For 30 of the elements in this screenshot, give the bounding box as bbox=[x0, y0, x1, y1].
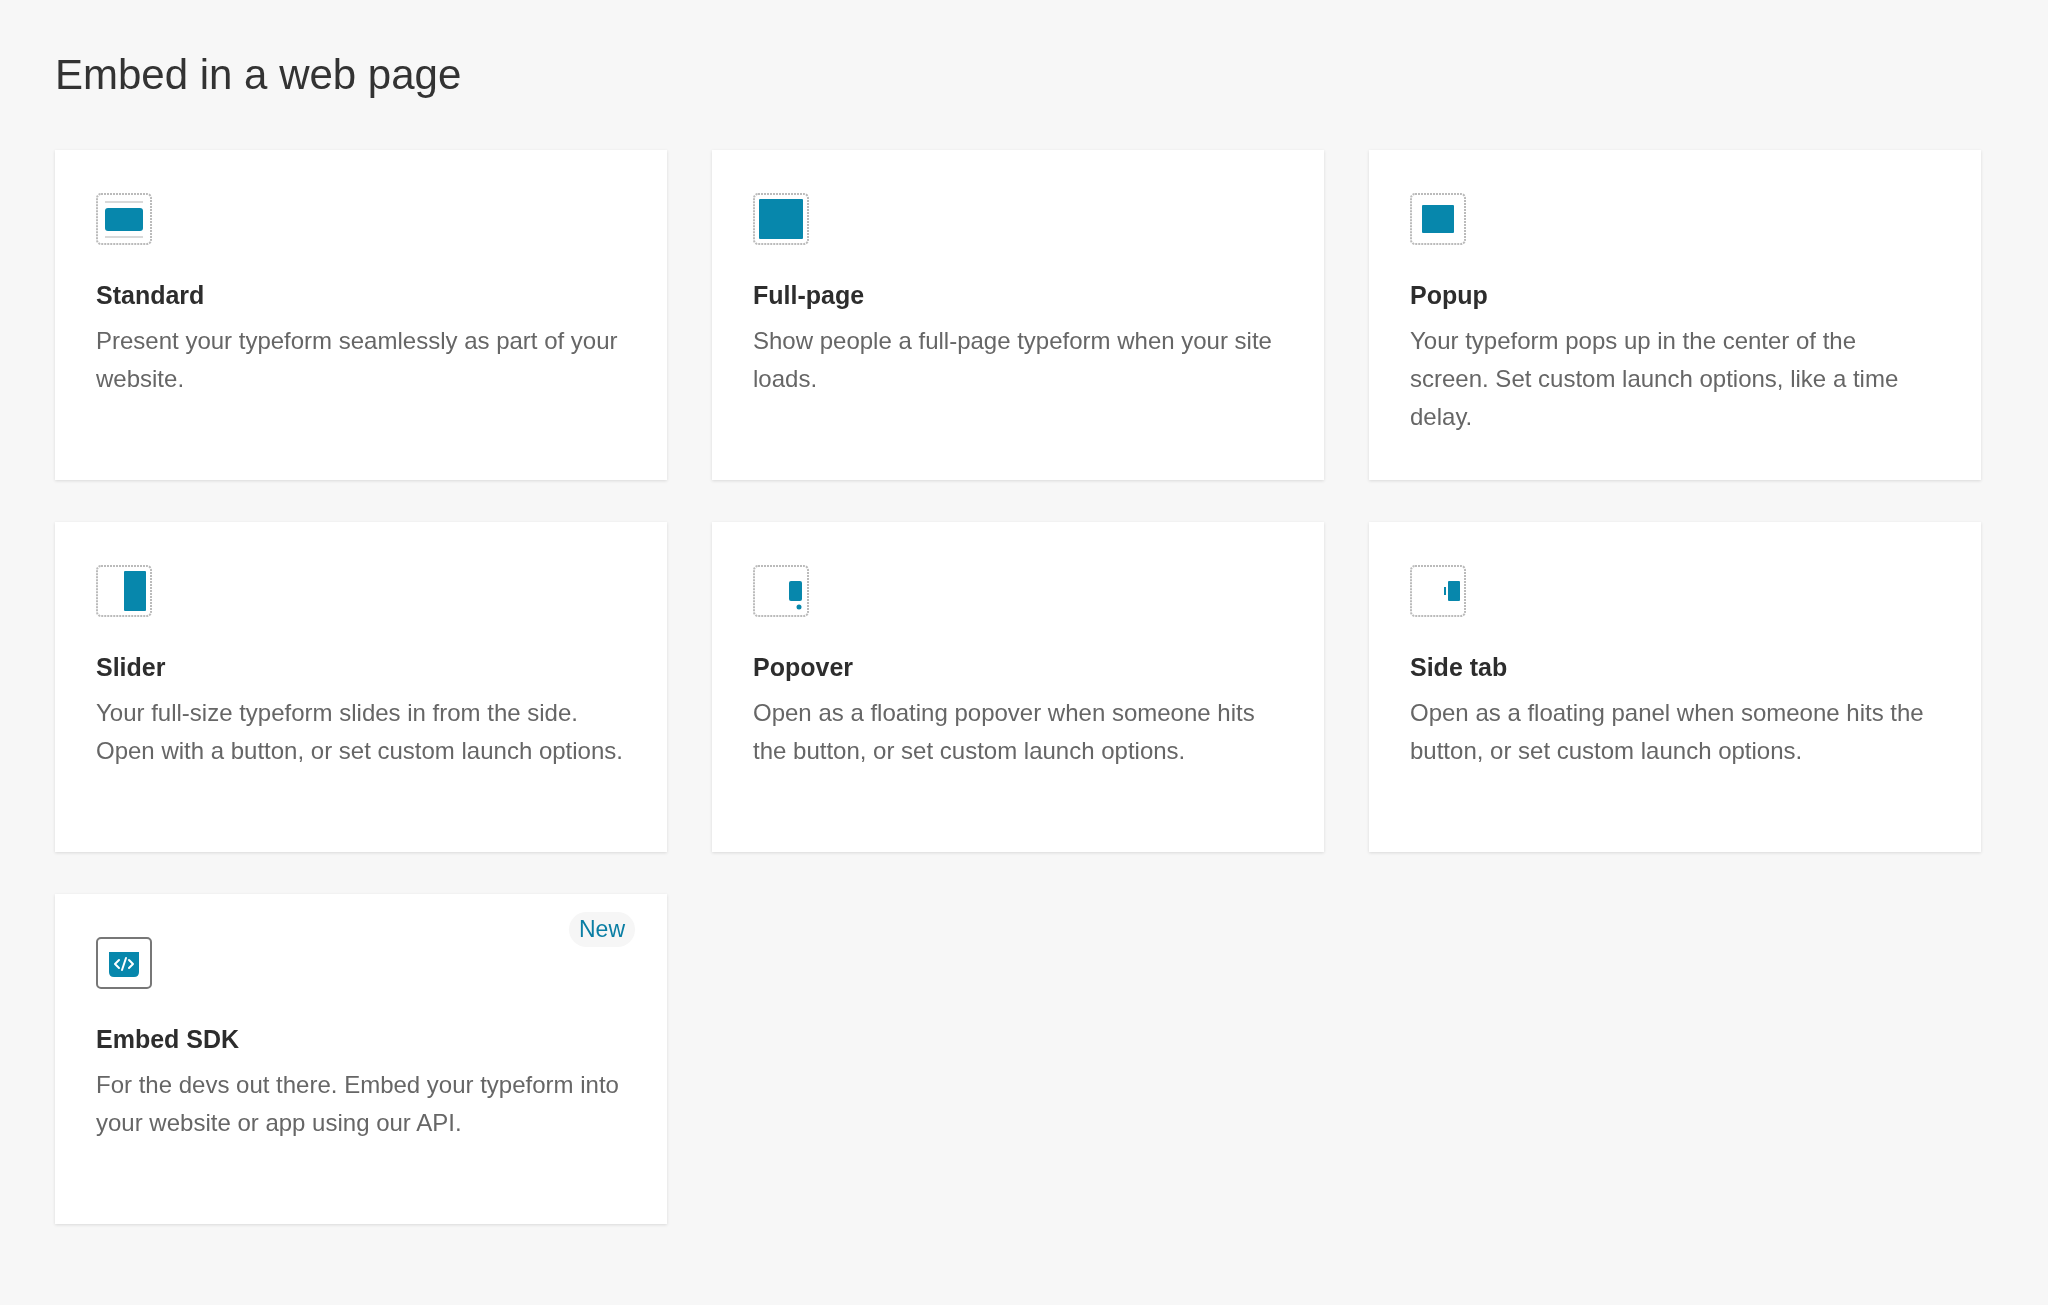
option-description: Present your typeform seamlessly as part of your website. bbox=[96, 326, 619, 394]
page-title: Embed in a web page bbox=[55, 50, 463, 100]
popover-icon bbox=[753, 565, 809, 617]
embed-option-card[interactable]: Standard Present your typeform seamlessly as part of your website. bbox=[55, 150, 667, 480]
option-title: Standard bbox=[96, 281, 206, 310]
code-icon bbox=[96, 937, 152, 989]
option-title: Embed SDK bbox=[96, 1025, 241, 1054]
side-tab-icon bbox=[1410, 565, 1466, 617]
full-page-icon bbox=[753, 193, 809, 245]
popup-icon bbox=[1410, 193, 1466, 245]
new-badge: New bbox=[569, 912, 635, 947]
embed-option-card[interactable]: New Embed SDK For the devs out there. Embed your typeform into your website or app using our API. bbox=[55, 894, 667, 1224]
slider-panel-icon bbox=[96, 565, 152, 617]
embed-option-card[interactable]: Popover Open as a floating popover when someone hits the button, or set custom launch options. bbox=[712, 522, 1324, 852]
option-description: Open as a floating panel when someone hits the button, or set custom launch options. bbox=[1410, 698, 1925, 766]
option-description: Your full-size typeform slides in from the side. Open with a button, or set custom launch options. bbox=[96, 698, 624, 766]
option-title: Full-page bbox=[753, 281, 866, 310]
embed-option-card[interactable]: Full-page Show people a full-page typeform when your site loads. bbox=[712, 150, 1324, 480]
option-description: Open as a floating popover when someone hits the button, or set custom launch options. bbox=[753, 698, 1256, 766]
option-title: Popup bbox=[1410, 281, 1489, 310]
option-description: For the devs out there. Embed your typeform into your website or app using our API. bbox=[96, 1070, 620, 1138]
option-title: Side tab bbox=[1410, 653, 1509, 682]
embed-option-card[interactable]: Slider Your full-size typeform slides in from the side. Open with a button, or set custom launch options. bbox=[55, 522, 667, 852]
option-description: Show people a full-page typeform when your site loads. bbox=[753, 326, 1273, 394]
option-title: Slider bbox=[96, 653, 167, 682]
embed-option-card[interactable]: Popup Your typeform pops up in the center of the screen. Set custom launch options, like a time delay. bbox=[1369, 150, 1981, 480]
option-title: Popover bbox=[753, 653, 855, 682]
inline-embed-icon bbox=[96, 193, 152, 245]
embed-option-card[interactable]: Side tab Open as a floating panel when someone hits the button, or set custom launch options. bbox=[1369, 522, 1981, 852]
option-description: Your typeform pops up in the center of the screen. Set custom launch options, like a time delay. bbox=[1410, 326, 1900, 432]
